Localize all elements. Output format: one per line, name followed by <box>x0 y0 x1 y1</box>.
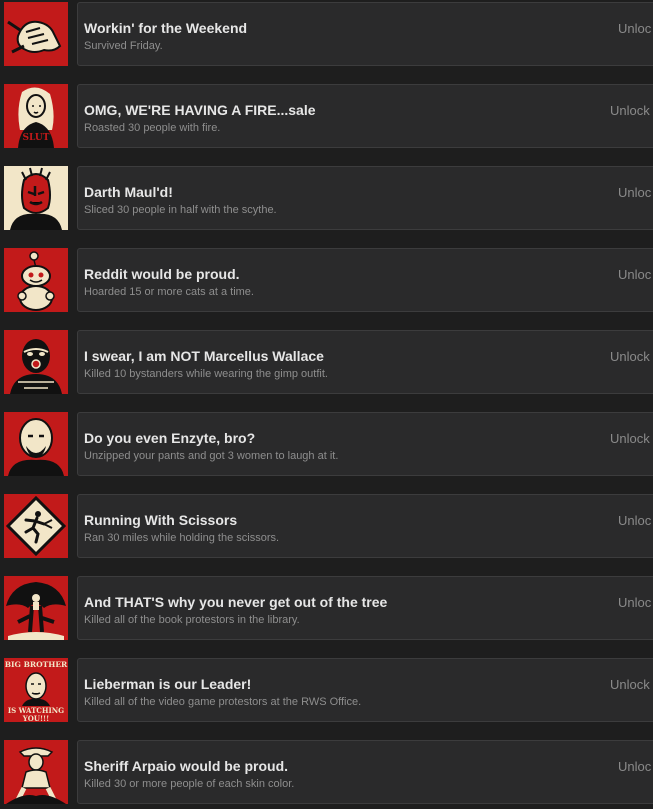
achievement-description: Killed 10 bystanders while wearing the g… <box>84 368 328 380</box>
achievement-row[interactable]: Reddit would be proud. Hoarded 15 or mor… <box>0 248 653 316</box>
achievement-title: I swear, I am NOT Marcellus Wallace <box>84 348 324 364</box>
achievement-row[interactable]: Workin' for the Weekend Survived Friday.… <box>0 2 653 70</box>
achievement-row[interactable]: BIG BROTHER IS WATCHING YOU!!! Lieberman… <box>0 658 653 726</box>
achievement-description: Killed all of the book protestors in the… <box>84 614 300 626</box>
achievement-description: Unzipped your pants and got 3 women to l… <box>84 450 339 462</box>
achievement-row[interactable]: SLUT OMG, WE'RE HAVING A FIRE...sale Roa… <box>0 84 653 152</box>
achievement-title: Lieberman is our Leader! <box>84 676 252 692</box>
achievement-status: Unlock <box>610 431 650 446</box>
fire-sale-woman-icon: SLUT <box>4 84 68 148</box>
svg-text:SLUT: SLUT <box>23 133 50 143</box>
achievement-status: Unlock <box>610 677 650 692</box>
sheriff-icon <box>4 740 68 804</box>
achievement-description: Survived Friday. <box>84 40 163 52</box>
achievement-panel: I swear, I am NOT Marcellus Wallace Kill… <box>77 330 653 394</box>
achievement-status: Unloc <box>618 267 652 282</box>
achievement-panel: Lieberman is our Leader! Killed all of t… <box>77 658 653 722</box>
achievement-panel: Workin' for the Weekend Survived Friday.… <box>77 2 653 66</box>
achievement-status: Unloc <box>618 759 652 774</box>
achievement-title: And THAT'S why you never get out of the … <box>84 594 388 610</box>
achievement-title: Darth Maul'd! <box>84 184 173 200</box>
achievement-status: Unloc <box>618 595 652 610</box>
darth-maul-icon <box>4 166 68 230</box>
achievement-status: Unloc <box>618 21 652 36</box>
big-brother-poster-icon: BIG BROTHER IS WATCHING YOU!!! <box>4 658 68 722</box>
poster-text-top: BIG BROTHER <box>5 660 68 669</box>
achievement-description: Sliced 30 people in half with the scythe… <box>84 204 277 216</box>
achievement-row[interactable]: Running With Scissors Ran 30 miles while… <box>0 494 653 562</box>
achievement-status: Unloc <box>618 513 652 528</box>
achievement-panel: Reddit would be proud. Hoarded 15 or mor… <box>77 248 653 312</box>
achievement-row[interactable]: And THAT'S why you never get out of the … <box>0 576 653 644</box>
achievement-title: Do you even Enzyte, bro? <box>84 430 256 446</box>
achievement-description: Killed 30 or more people of each skin co… <box>84 778 295 790</box>
weekend-fist-icon <box>4 2 68 66</box>
achievement-status: Unloc <box>618 185 652 200</box>
achievement-status: Unlock <box>610 349 650 364</box>
achievement-title: Workin' for the Weekend <box>84 20 248 36</box>
achievement-description: Roasted 30 people with fire. <box>84 122 221 134</box>
achievement-title: Running With Scissors <box>84 512 238 528</box>
achievement-title: Reddit would be proud. <box>84 266 240 282</box>
achievement-panel: Sheriff Arpaio would be proud. Killed 30… <box>77 740 653 804</box>
achievement-row[interactable]: Sheriff Arpaio would be proud. Killed 30… <box>0 740 653 808</box>
gimp-mask-icon <box>4 330 68 394</box>
achievement-panel: OMG, WE'RE HAVING A FIRE...sale Roasted … <box>77 84 653 148</box>
bald-bro-icon <box>4 412 68 476</box>
achievement-panel: And THAT'S why you never get out of the … <box>77 576 653 640</box>
achievement-panel: Darth Maul'd! Sliced 30 people in half w… <box>77 166 653 230</box>
achievement-status: Unlock <box>610 103 650 118</box>
achievement-row[interactable]: I swear, I am NOT Marcellus Wallace Kill… <box>0 330 653 398</box>
achievement-panel: Do you even Enzyte, bro? Unzipped your p… <box>77 412 653 476</box>
achievement-description: Hoarded 15 or more cats at a time. <box>84 286 254 298</box>
poster-text-bottom: YOU!!! <box>22 714 49 722</box>
achievement-title: Sheriff Arpaio would be proud. <box>84 758 289 774</box>
achievement-row[interactable]: Darth Maul'd! Sliced 30 people in half w… <box>0 166 653 234</box>
achievement-panel: Running With Scissors Ran 30 miles while… <box>77 494 653 558</box>
achievement-title: OMG, WE'RE HAVING A FIRE...sale <box>84 102 316 118</box>
running-scissors-sign-icon <box>4 494 68 558</box>
tree-icon <box>4 576 68 640</box>
reddit-alien-icon <box>4 248 68 312</box>
achievement-description: Killed all of the video game protestors … <box>84 696 362 708</box>
achievement-row[interactable]: Do you even Enzyte, bro? Unzipped your p… <box>0 412 653 480</box>
achievement-description: Ran 30 miles while holding the scissors. <box>84 532 280 544</box>
